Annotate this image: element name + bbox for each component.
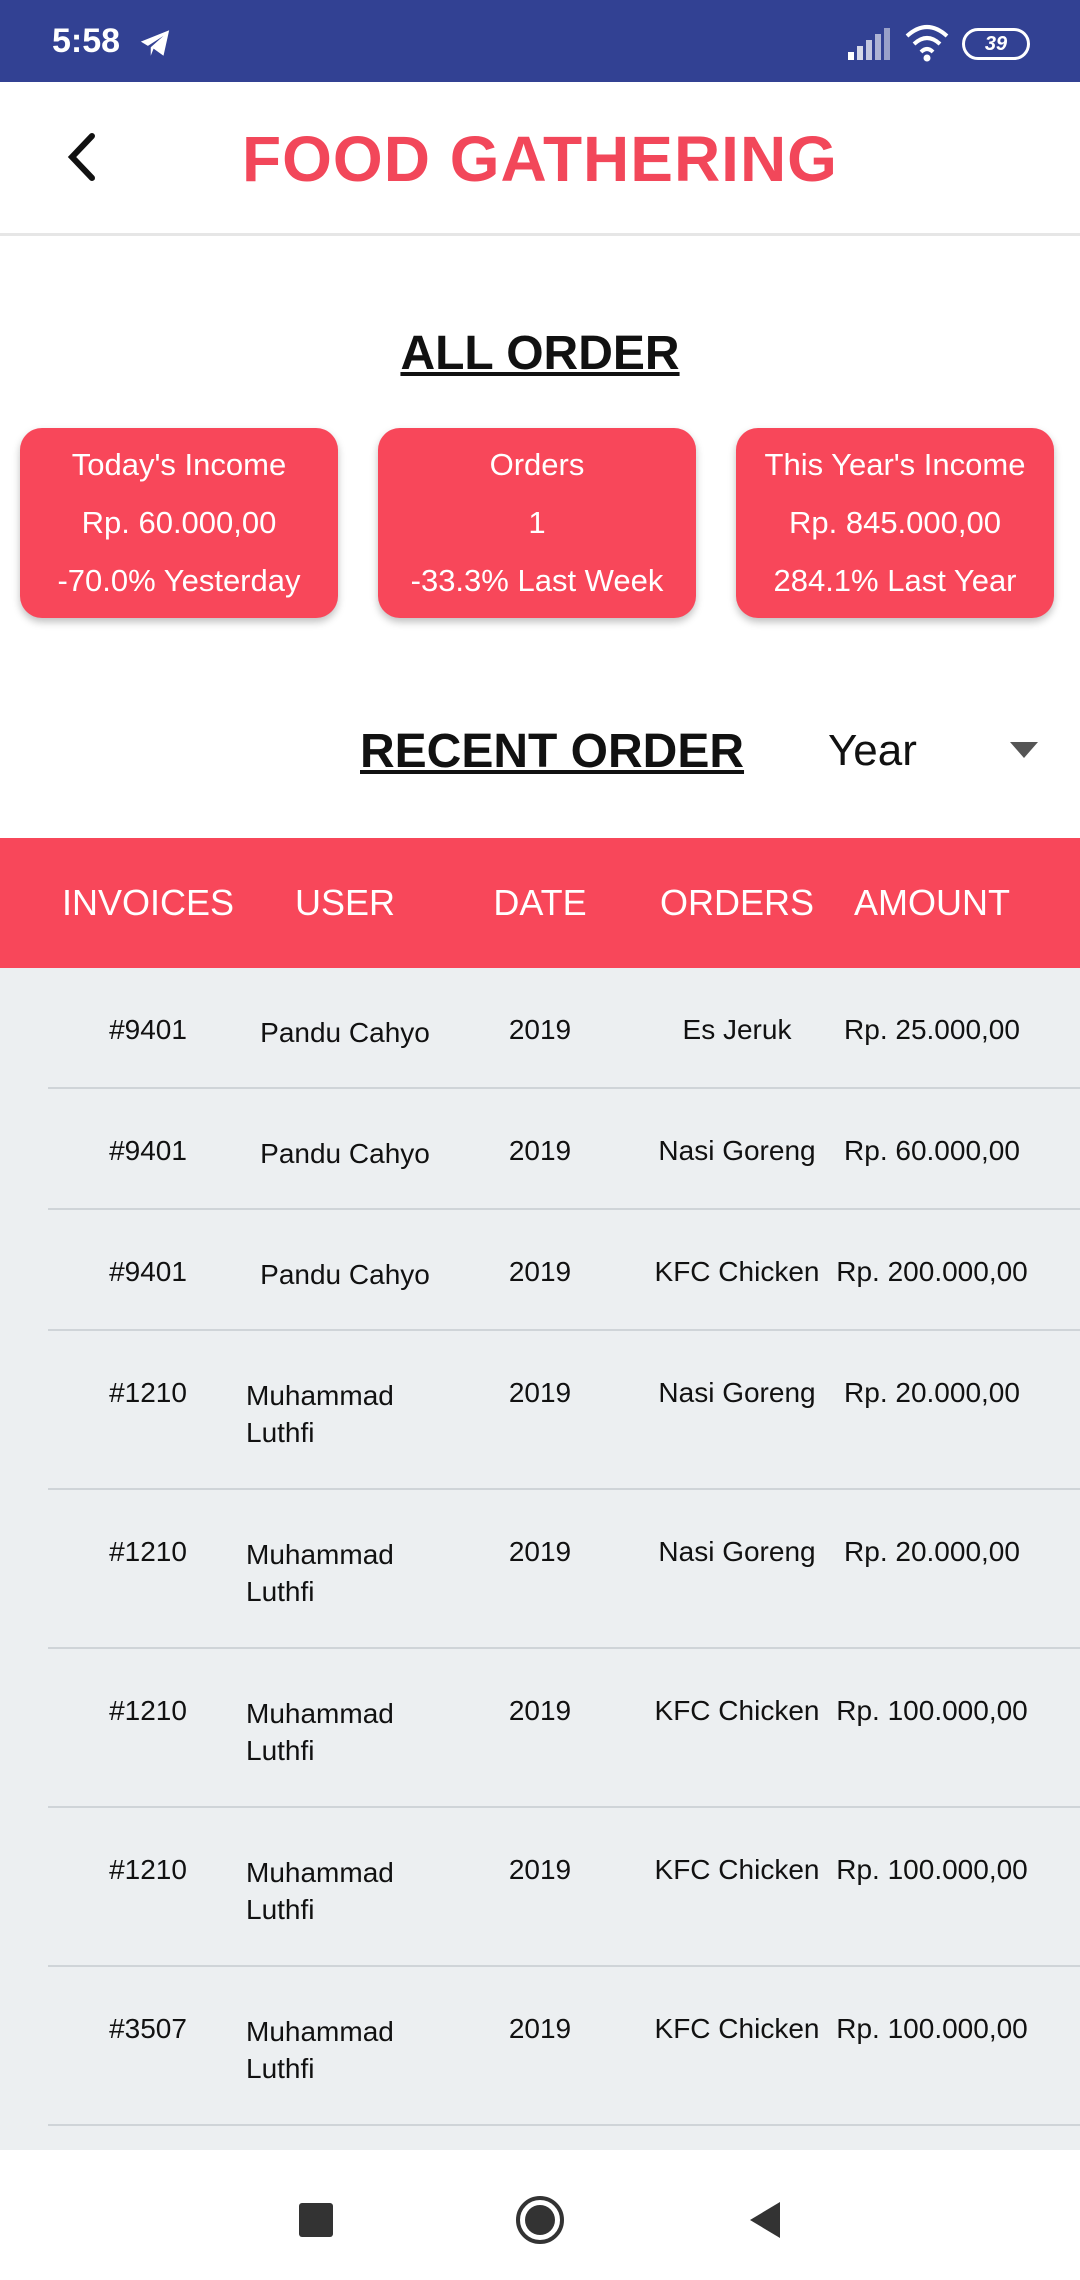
row-divider: [48, 2124, 1080, 2126]
period-dropdown-value: Year: [828, 726, 917, 775]
table-row[interactable]: #9401 Pandu Cahyo 2019 Es Jeruk Rp. 25.0…: [0, 968, 1080, 1089]
cell-invoice: #1210: [109, 1695, 187, 1726]
cell-order: Es Jeruk: [682, 1014, 792, 1045]
cell-amount: Rp. 20.000,00: [844, 1536, 1020, 1567]
table-row[interactable]: #3507 Muhammad Luthfi 2019 KFC Chicken R…: [0, 1967, 1080, 2126]
card-value: Rp. 845.000,00: [788, 505, 1001, 540]
cell-date: 2019: [508, 1854, 572, 1885]
cell-order: Nasi Goreng: [658, 1377, 816, 1408]
status-bar: 5:58 39: [0, 0, 1080, 82]
period-dropdown[interactable]: Year: [800, 720, 1060, 784]
cell-order: KFC Chicken: [654, 1695, 820, 1726]
cell-user: Muhammad Luthfi: [246, 1539, 394, 1607]
cell-order: Nasi Goreng: [658, 1536, 816, 1567]
column-header-amount[interactable]: AMOUNT: [832, 838, 1032, 968]
wifi-icon: [905, 25, 949, 62]
card-value: 1: [528, 505, 546, 540]
cell-amount: Rp. 100.000,00: [836, 1854, 1028, 1885]
cell-amount: Rp. 100.000,00: [836, 1695, 1028, 1726]
year-income-card[interactable]: This Year's Income Rp. 845.000,00 284.1%…: [736, 428, 1054, 618]
todays-income-card[interactable]: Today's Income Rp. 60.000,00 -70.0% Yest…: [20, 428, 338, 618]
table-row[interactable]: #9401 Pandu Cahyo 2019 Nasi Goreng Rp. 6…: [0, 1089, 1080, 1210]
cell-user: Muhammad Luthfi: [246, 2016, 394, 2084]
card-title: Today's Income: [71, 447, 287, 482]
column-header-orders[interactable]: ORDERS: [637, 838, 837, 968]
cell-date: 2019: [508, 2013, 572, 2044]
card-change: -33.3% Last Week: [410, 563, 664, 598]
card-change: 284.1% Last Year: [773, 563, 1017, 598]
telegram-icon: [140, 30, 170, 56]
cell-invoice: #1210: [109, 1854, 187, 1885]
recent-apps-icon[interactable]: [286, 2190, 346, 2250]
cell-date: 2019: [508, 1377, 572, 1408]
cell-order: KFC Chicken: [654, 1256, 820, 1287]
status-time: 5:58: [52, 22, 121, 60]
cell-amount: Rp. 25.000,00: [844, 1014, 1020, 1045]
orders-card[interactable]: Orders 1 -33.3% Last Week: [378, 428, 696, 618]
table-row[interactable]: #1210 Muhammad Luthfi 2019 KFC Chicken R…: [0, 1649, 1080, 1808]
cell-order: KFC Chicken: [654, 2013, 820, 2044]
card-title: This Year's Income: [764, 447, 1026, 482]
app-title: FOOD GATHERING: [242, 123, 838, 195]
cell-amount: Rp. 60.000,00: [844, 1135, 1020, 1166]
cell-order: Nasi Goreng: [658, 1135, 816, 1166]
cell-invoice: #9401: [109, 1256, 187, 1287]
column-header-invoices[interactable]: INVOICES: [48, 838, 248, 968]
app-bar: FOOD GATHERING: [0, 82, 1080, 236]
cell-user: Muhammad Luthfi: [246, 1857, 394, 1925]
column-header-date[interactable]: DATE: [440, 838, 640, 968]
cell-user: Pandu Cahyo: [260, 1259, 430, 1290]
order-table-body[interactable]: #9401 Pandu Cahyo 2019 Es Jeruk Rp. 25.0…: [0, 968, 1080, 2150]
back-icon[interactable]: [736, 2190, 796, 2250]
cell-amount: Rp. 100.000,00: [836, 2013, 1028, 2044]
card-change: -70.0% Yesterday: [57, 563, 301, 598]
cell-date: 2019: [508, 1014, 572, 1045]
cell-user: Muhammad Luthfi: [246, 1380, 394, 1448]
table-row[interactable]: #9401 Pandu Cahyo 2019 KFC Chicken Rp. 2…: [0, 1210, 1080, 1331]
cell-invoice: #9401: [109, 1014, 187, 1045]
cell-invoice: #1210: [109, 1377, 187, 1408]
table-header: INVOICES USER DATE ORDERS AMOUNT: [0, 838, 1080, 968]
table-row[interactable]: #1210 Muhammad Luthfi 2019 KFC Chicken R…: [0, 1808, 1080, 1967]
column-header-user[interactable]: USER: [245, 838, 445, 968]
cell-invoice: #3507: [109, 2013, 187, 2044]
all-order-title: ALL ORDER: [400, 327, 680, 380]
cell-date: 2019: [508, 1536, 572, 1567]
recent-order-title: RECENT ORDER: [360, 725, 745, 778]
caret-down-icon: [1010, 742, 1038, 758]
signal-icon: [848, 28, 890, 60]
table-row[interactable]: #1210 Muhammad Luthfi 2019 Nasi Goreng R…: [0, 1490, 1080, 1649]
cell-user: Pandu Cahyo: [260, 1017, 430, 1048]
card-title: Orders: [489, 447, 585, 482]
cell-invoice: #1210: [109, 1536, 187, 1567]
table-row[interactable]: #1210 Muhammad Luthfi 2019 Nasi Goreng R…: [0, 1331, 1080, 1490]
cell-order: KFC Chicken: [654, 1854, 820, 1885]
cell-date: 2019: [508, 1695, 572, 1726]
cell-amount: Rp. 200.000,00: [836, 1256, 1028, 1287]
card-value: Rp. 60.000,00: [81, 505, 277, 540]
cell-date: 2019: [508, 1256, 572, 1287]
home-icon[interactable]: [510, 2190, 570, 2250]
cell-amount: Rp. 20.000,00: [844, 1377, 1020, 1408]
system-nav-bar: [0, 2150, 1080, 2280]
battery-icon: 39: [962, 28, 1030, 60]
cell-user: Muhammad Luthfi: [246, 1698, 394, 1766]
cell-user: Pandu Cahyo: [260, 1138, 430, 1169]
cell-invoice: #9401: [109, 1135, 187, 1166]
cell-date: 2019: [508, 1135, 572, 1166]
